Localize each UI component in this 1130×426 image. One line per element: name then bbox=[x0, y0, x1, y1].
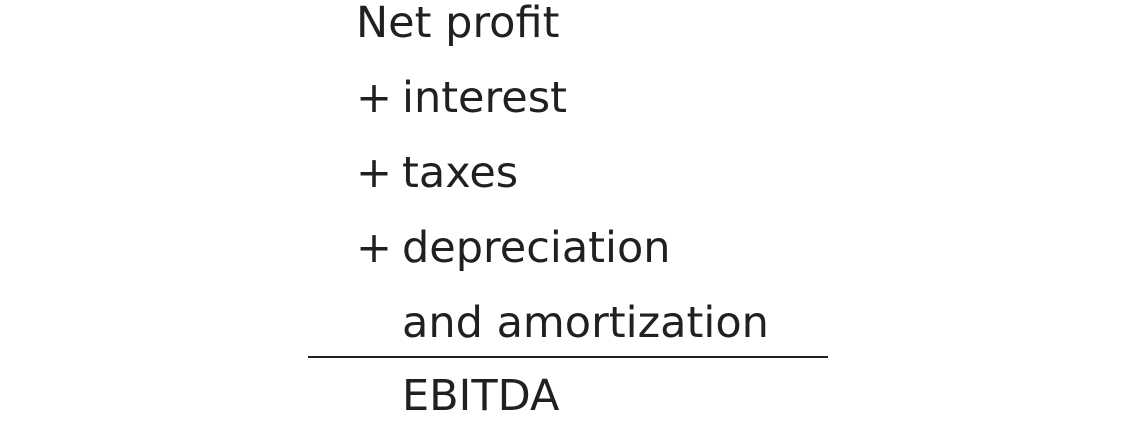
plus-operator: + bbox=[356, 73, 393, 123]
equation-row-amortization: and amortization bbox=[0, 293, 1130, 353]
sum-rule-divider bbox=[308, 356, 828, 358]
equation-row-depreciation: + depreciation bbox=[0, 218, 1130, 278]
plus-operator: + bbox=[356, 223, 393, 273]
amortization-term: and amortization bbox=[402, 298, 769, 348]
taxes-term: taxes bbox=[402, 148, 519, 198]
plus-operator: + bbox=[356, 148, 393, 198]
ebitda-result: EBITDA bbox=[402, 371, 560, 421]
interest-term: interest bbox=[402, 73, 567, 123]
equation-row-net-profit: Net profit bbox=[0, 0, 1130, 53]
depreciation-term: depreciation bbox=[402, 223, 671, 273]
equation-row-interest: + interest bbox=[0, 68, 1130, 128]
equation-row-result: EBITDA bbox=[0, 366, 1130, 426]
net-profit-term: Net profit bbox=[356, 0, 560, 48]
equation-row-taxes: + taxes bbox=[0, 143, 1130, 203]
